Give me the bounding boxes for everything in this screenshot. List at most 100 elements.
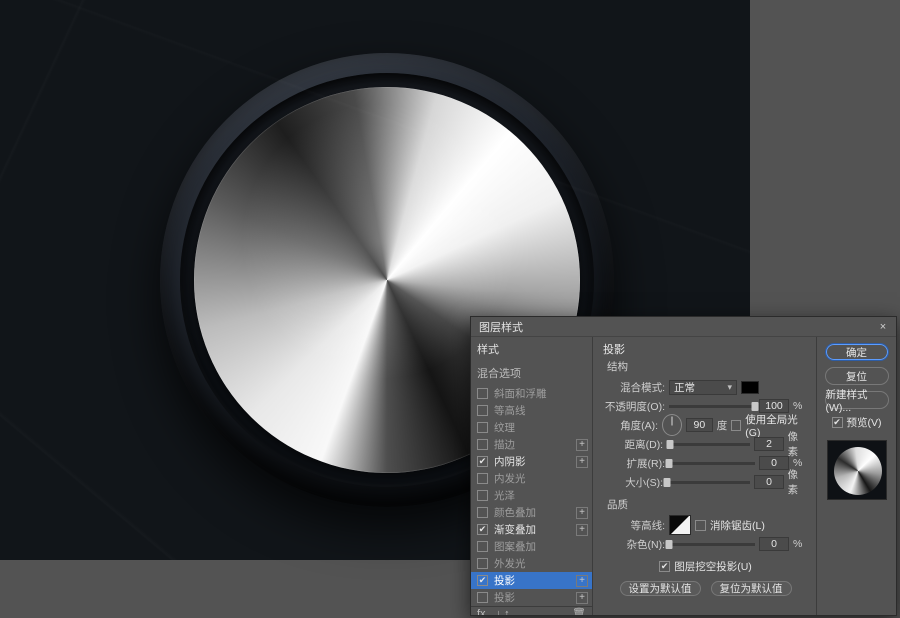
contour-swatch[interactable] — [669, 515, 691, 535]
make-default-button[interactable]: 设置为默认值 — [620, 581, 701, 596]
effect-checkbox[interactable] — [477, 405, 488, 416]
knockout-label: 图层挖空投影(U) — [674, 559, 752, 574]
trash-icon[interactable]: 🗑 — [572, 607, 586, 615]
effect-label: 内发光 — [494, 471, 526, 486]
preview-checkbox[interactable]: ✔ — [832, 417, 843, 428]
reset-default-button[interactable]: 复位为默认值 — [711, 581, 792, 596]
effect-item[interactable]: 图案叠加 — [471, 538, 592, 555]
distance-slider[interactable] — [667, 443, 750, 446]
ok-button[interactable]: 确定 — [825, 343, 889, 361]
effect-item[interactable]: 等高线 — [471, 402, 592, 419]
spread-label: 扩展(R): — [603, 456, 665, 471]
add-effect-icon[interactable]: + — [576, 456, 588, 468]
effect-checkbox[interactable]: ✔ — [477, 456, 488, 467]
effect-item[interactable]: 斜面和浮雕 — [471, 385, 592, 402]
effect-checkbox[interactable] — [477, 388, 488, 399]
add-effect-icon[interactable]: + — [576, 439, 588, 451]
close-icon[interactable]: × — [874, 321, 892, 333]
antialias-checkbox[interactable] — [695, 520, 706, 531]
spread-input[interactable]: 0 — [759, 456, 789, 470]
antialias-label: 消除锯齿(L) — [710, 518, 765, 533]
add-effect-icon[interactable]: + — [576, 507, 588, 519]
effects-panel: 样式 混合选项 斜面和浮雕等高线纹理描边 + ✔ 内阴影 + 内发光光泽颜色叠加 + ✔ 渐变叠… — [471, 337, 593, 615]
effect-checkbox[interactable] — [477, 439, 488, 450]
size-slider[interactable] — [667, 481, 750, 484]
size-label: 大小(S): — [603, 475, 663, 490]
preview-swatch — [827, 440, 887, 500]
effect-checkbox[interactable] — [477, 541, 488, 552]
quality-group-label: 品质 — [607, 497, 808, 512]
drop-shadow-settings: 投影 结构 混合模式: 正常 不透明度(O): 100 % 角度(A): 90 … — [593, 337, 816, 615]
effect-item[interactable]: ✔ 投影 + — [471, 572, 592, 589]
effect-checkbox[interactable] — [477, 507, 488, 518]
noise-unit: % — [793, 538, 802, 550]
effect-label: 斜面和浮雕 — [494, 386, 547, 401]
effect-label: 投影 — [494, 573, 515, 588]
angle-dial[interactable] — [662, 414, 682, 436]
blend-mode-label: 混合模式: — [603, 380, 665, 395]
distance-unit: 像素 — [788, 429, 808, 459]
preview-label: 预览(V) — [847, 415, 882, 430]
contour-label: 等高线: — [603, 518, 665, 533]
noise-slider[interactable] — [669, 543, 755, 546]
effect-label: 投影 — [494, 590, 515, 605]
section-title: 投影 — [603, 341, 808, 357]
effect-checkbox[interactable] — [477, 592, 488, 603]
structure-group-label: 结构 — [607, 359, 808, 374]
effect-checkbox[interactable] — [477, 422, 488, 433]
knockout-checkbox[interactable]: ✔ — [659, 561, 670, 572]
styles-header[interactable]: 样式 — [471, 337, 592, 361]
effect-item[interactable]: 颜色叠加 + — [471, 504, 592, 521]
effects-list: 斜面和浮雕等高线纹理描边 + ✔ 内阴影 + 内发光光泽颜色叠加 + ✔ 渐变叠加 + 图案叠加外发… — [471, 385, 592, 606]
global-light-checkbox[interactable] — [731, 420, 741, 431]
size-input[interactable]: 0 — [754, 475, 783, 489]
distance-input[interactable]: 2 — [754, 437, 783, 451]
reorder-arrows-icon[interactable]: ↓ ↑ — [496, 608, 510, 616]
add-effect-icon[interactable]: + — [576, 575, 588, 587]
effect-label: 纹理 — [494, 420, 515, 435]
noise-label: 杂色(N): — [603, 537, 665, 552]
effect-label: 等高线 — [494, 403, 526, 418]
effects-footer: fx ↓ ↑ 🗑 — [471, 606, 592, 615]
shadow-color-swatch[interactable] — [741, 381, 759, 394]
effect-item[interactable]: 纹理 — [471, 419, 592, 436]
dialog-titlebar[interactable]: 图层样式 × — [471, 317, 896, 337]
add-effect-icon[interactable]: + — [576, 524, 588, 536]
effect-item[interactable]: 描边 + — [471, 436, 592, 453]
fx-icon[interactable]: fx — [477, 608, 486, 616]
blend-mode-dropdown[interactable]: 正常 — [669, 380, 737, 395]
effect-checkbox[interactable] — [477, 490, 488, 501]
effect-label: 描边 — [494, 437, 515, 452]
effect-label: 光泽 — [494, 488, 515, 503]
effect-checkbox[interactable]: ✔ — [477, 575, 488, 586]
dialog-right-column: 确定 复位 新建样式(W)... ✔ 预览(V) — [816, 337, 896, 615]
effect-item[interactable]: ✔ 内阴影 + — [471, 453, 592, 470]
layer-style-dialog: 图层样式 × 样式 混合选项 斜面和浮雕等高线纹理描边+✔内阴影+内发光光泽颜色… — [470, 316, 897, 616]
effect-label: 图案叠加 — [494, 539, 536, 554]
effect-label: 内阴影 — [494, 454, 526, 469]
effect-checkbox[interactable] — [477, 558, 488, 569]
blend-options[interactable]: 混合选项 — [471, 361, 592, 385]
angle-label: 角度(A): — [603, 418, 658, 433]
effect-label: 渐变叠加 — [494, 522, 536, 537]
cancel-button[interactable]: 复位 — [825, 367, 889, 385]
new-style-button[interactable]: 新建样式(W)... — [825, 391, 889, 409]
opacity-slider[interactable] — [669, 405, 755, 408]
effect-label: 颜色叠加 — [494, 505, 536, 520]
dialog-title: 图层样式 — [479, 319, 874, 335]
spread-slider[interactable] — [669, 462, 755, 465]
angle-unit: 度 — [717, 418, 728, 433]
effect-item[interactable]: ✔ 渐变叠加 + — [471, 521, 592, 538]
effect-item[interactable]: 光泽 — [471, 487, 592, 504]
effect-item[interactable]: 外发光 — [471, 555, 592, 572]
add-effect-icon[interactable]: + — [576, 592, 588, 604]
noise-input[interactable]: 0 — [759, 537, 789, 551]
effect-checkbox[interactable] — [477, 473, 488, 484]
effect-item[interactable]: 内发光 — [471, 470, 592, 487]
effect-item[interactable]: 投影 + — [471, 589, 592, 606]
distance-label: 距离(D): — [603, 437, 663, 452]
effect-checkbox[interactable]: ✔ — [477, 524, 488, 535]
angle-input[interactable]: 90 — [686, 418, 713, 432]
effect-label: 外发光 — [494, 556, 526, 571]
size-unit: 像素 — [788, 467, 808, 497]
